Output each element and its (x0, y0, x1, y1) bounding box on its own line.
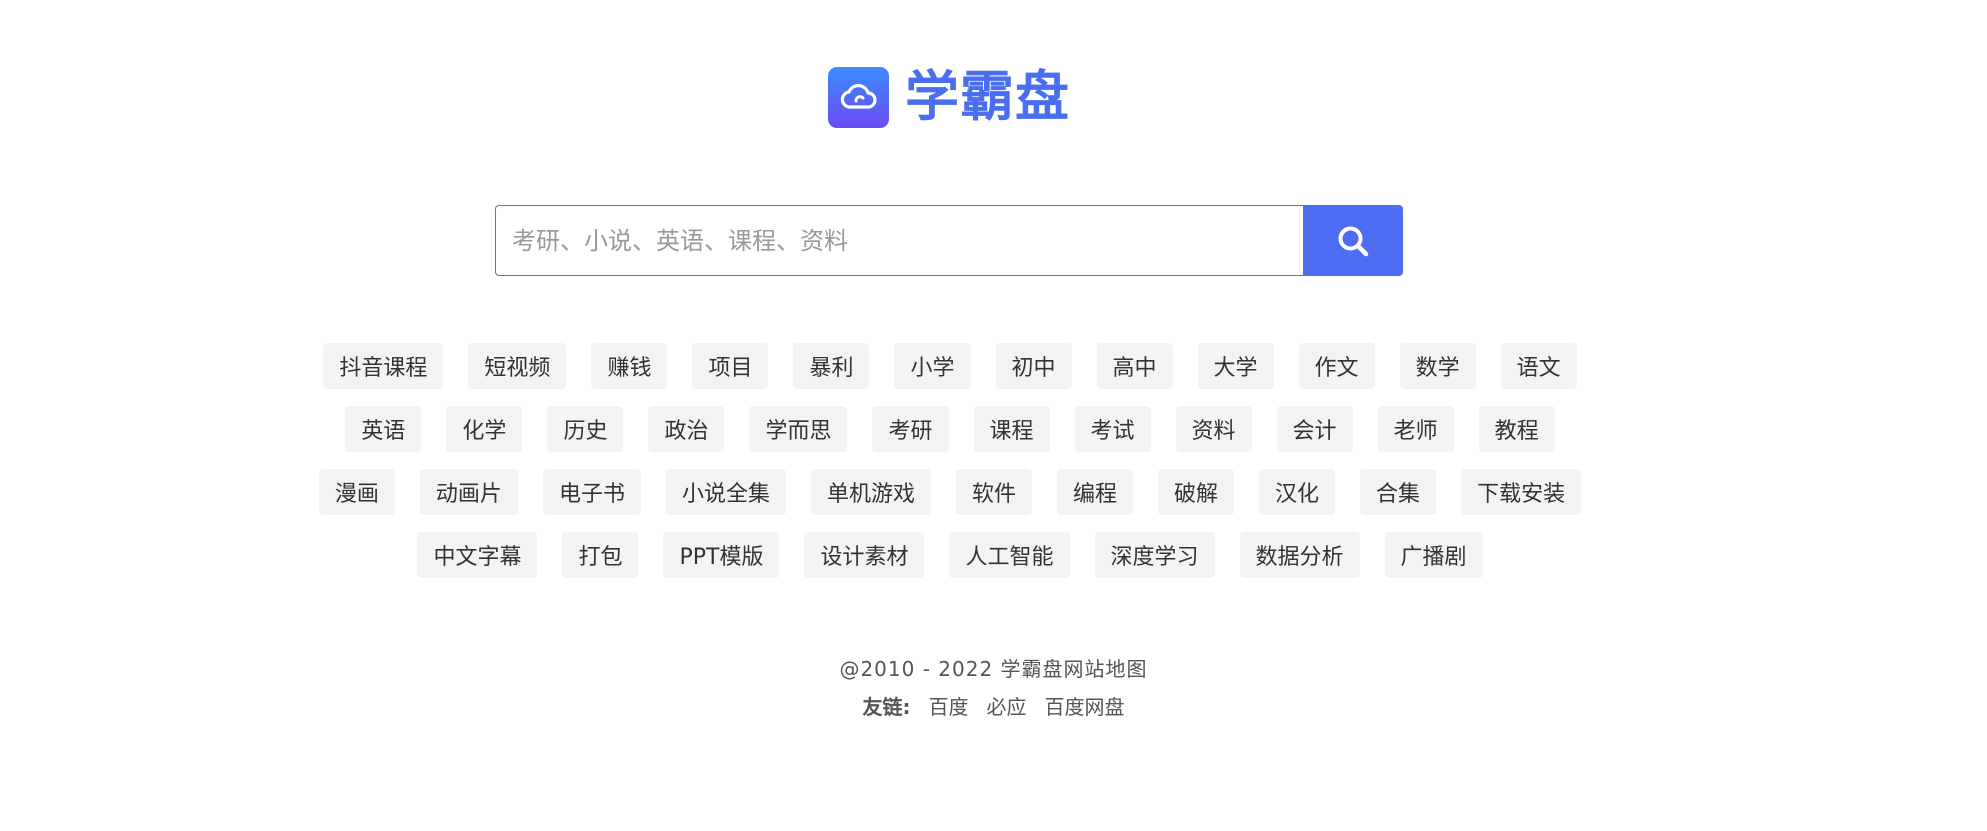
tag-item[interactable]: 下载安装 (1461, 469, 1582, 515)
cloud-icon (828, 66, 889, 128)
tag-item[interactable]: 中文字幕 (417, 532, 538, 578)
tag-item[interactable]: 赚钱 (591, 343, 668, 389)
tag-item[interactable]: 小说全集 (665, 469, 786, 515)
tag-item[interactable]: 资料 (1175, 406, 1252, 452)
tag-item[interactable]: 教程 (1478, 406, 1555, 452)
tag-item[interactable]: 打包 (562, 532, 639, 578)
site-title: 学霸盘 (905, 65, 1070, 128)
tag-item[interactable]: PPT模版 (663, 532, 780, 578)
page: 学霸盘 抖音课程 短视频 赚钱 项目 暴利 小学 初中 高中 大学 作文 数学 … (0, 0, 1987, 831)
tag-item[interactable]: 广播剧 (1384, 532, 1483, 578)
tag-item[interactable]: 软件 (955, 469, 1032, 515)
tag-item[interactable]: 语文 (1500, 343, 1577, 389)
tag-item[interactable]: 会计 (1276, 406, 1353, 452)
friend-links-label: 友链: (862, 695, 911, 719)
search-icon (1338, 226, 1369, 256)
tag-item[interactable]: 项目 (692, 343, 769, 389)
copyright-text[interactable]: @2010 - 2022 学霸盘网站地图 (0, 655, 1987, 683)
tag-row: 抖音课程 短视频 赚钱 项目 暴利 小学 初中 高中 大学 作文 数学 语文 (240, 343, 1660, 389)
tag-item[interactable]: 小学 (894, 343, 971, 389)
tag-row: 英语 化学 历史 政治 学而思 考研 课程 考试 资料 会计 老师 教程 (240, 406, 1660, 452)
tag-item[interactable]: 短视频 (468, 343, 567, 389)
tag-item[interactable]: 老师 (1377, 406, 1454, 452)
friend-link-baidu[interactable]: 百度 (929, 693, 969, 721)
tag-item[interactable]: 破解 (1158, 469, 1235, 515)
tag-item[interactable]: 电子书 (542, 469, 641, 515)
tag-item[interactable]: 学而思 (749, 406, 848, 452)
tag-item[interactable]: 动画片 (419, 469, 518, 515)
tag-item[interactable]: 考研 (872, 406, 949, 452)
tag-item[interactable]: 暴利 (793, 343, 870, 389)
tag-item[interactable]: 大学 (1197, 343, 1274, 389)
footer: @2010 - 2022 学霸盘网站地图 友链: 百度 必应 百度网盘 (0, 655, 1987, 721)
friend-link-baidu-pan[interactable]: 百度网盘 (1045, 693, 1125, 721)
tag-item[interactable]: 漫画 (318, 469, 395, 515)
tag-item[interactable]: 合集 (1360, 469, 1437, 515)
tag-item[interactable]: 高中 (1096, 343, 1173, 389)
tag-item[interactable]: 考试 (1074, 406, 1151, 452)
search-button[interactable] (1303, 205, 1403, 276)
tag-item[interactable]: 编程 (1057, 469, 1134, 515)
search-bar (495, 205, 1403, 276)
tag-item[interactable]: 课程 (973, 406, 1050, 452)
search-input[interactable] (495, 205, 1303, 276)
tag-item[interactable]: 深度学习 (1094, 532, 1215, 578)
tag-item[interactable]: 历史 (547, 406, 624, 452)
tag-item[interactable]: 设计素材 (804, 532, 925, 578)
friend-link-bing[interactable]: 必应 (987, 693, 1027, 721)
tag-item[interactable]: 数学 (1399, 343, 1476, 389)
tag-item[interactable]: 抖音课程 (323, 343, 444, 389)
tag-item[interactable]: 汉化 (1259, 469, 1336, 515)
tag-item[interactable]: 英语 (345, 406, 422, 452)
site-logo[interactable]: 学霸盘 (828, 66, 1070, 128)
hot-tags: 抖音课程 短视频 赚钱 项目 暴利 小学 初中 高中 大学 作文 数学 语文 英… (240, 343, 1660, 595)
tag-item[interactable]: 初中 (995, 343, 1072, 389)
tag-item[interactable]: 化学 (446, 406, 523, 452)
tag-item[interactable]: 作文 (1298, 343, 1375, 389)
tag-item[interactable]: 单机游戏 (810, 469, 931, 515)
tag-row: 漫画 动画片 电子书 小说全集 单机游戏 软件 编程 破解 汉化 合集 下载安装 (240, 469, 1660, 515)
tag-row: 中文字幕 打包 PPT模版 设计素材 人工智能 深度学习 数据分析 广播剧 (240, 532, 1660, 578)
tag-item[interactable]: 数据分析 (1239, 532, 1360, 578)
tag-item[interactable]: 人工智能 (949, 532, 1070, 578)
tag-item[interactable]: 政治 (648, 406, 725, 452)
friend-links: 友链: 百度 必应 百度网盘 (0, 693, 1987, 721)
